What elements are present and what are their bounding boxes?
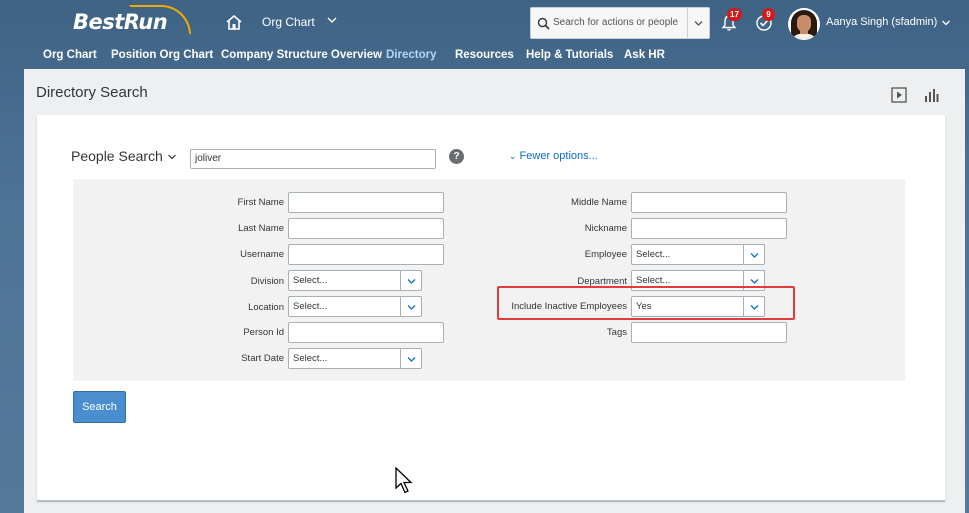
chevron-down-icon: ⌄ — [509, 151, 517, 161]
mouse-cursor-icon — [395, 467, 413, 494]
fewer-options-label: Fewer options... — [519, 150, 598, 162]
first-name-label: First Name — [237, 197, 284, 208]
todo-badge: 9 — [762, 8, 775, 21]
app-title[interactable]: Org Chart — [262, 15, 315, 29]
division-value: Select... — [293, 275, 328, 286]
fewer-options-link[interactable]: ⌄ Fewer options... — [509, 150, 598, 162]
first-name-field[interactable] — [288, 192, 444, 213]
person-id-label: Person Id — [243, 327, 284, 338]
location-dropdown-button[interactable] — [400, 296, 422, 317]
division-label: Division — [250, 276, 284, 287]
chevron-down-icon[interactable] — [167, 152, 177, 162]
people-search-input[interactable]: joliver — [190, 149, 436, 169]
page-container: Directory Search People Search joliver ?… — [24, 69, 965, 513]
people-search-selector[interactable]: People Search — [71, 148, 163, 164]
chevron-down-icon — [407, 305, 416, 310]
username-field[interactable] — [288, 244, 444, 265]
nickname-label: Nickname — [584, 223, 627, 234]
employee-dropdown-button[interactable] — [743, 244, 765, 265]
chevron-down-icon — [750, 253, 759, 258]
start-date-value: Select... — [293, 353, 328, 364]
employee-value: Select... — [636, 249, 671, 260]
start-date-select[interactable]: Select... — [288, 348, 422, 369]
tags-label: Tags — [606, 327, 627, 338]
global-search[interactable]: Search for actions or people — [530, 7, 710, 39]
nav-item-org-chart[interactable]: Org Chart — [43, 49, 97, 61]
chevron-down-icon — [407, 279, 416, 284]
notifications-badge: 17 — [727, 8, 742, 21]
bestrun-logo[interactable]: BestRun — [73, 5, 191, 35]
user-name[interactable]: Aanya Singh (sfadmin) — [826, 16, 937, 28]
employee-label: Employee — [584, 249, 627, 260]
person-id-field[interactable] — [288, 322, 444, 343]
middle-name-field[interactable] — [631, 192, 787, 213]
chevron-down-icon — [407, 357, 416, 362]
nav-item-ask-hr[interactable]: Ask HR — [624, 49, 665, 61]
nav-item-help-tutorials[interactable]: Help & Tutorials — [526, 49, 613, 61]
employee-select[interactable]: Select... — [631, 244, 765, 265]
nav-item-resources[interactable]: Resources — [455, 49, 514, 61]
start-date-label: Start Date — [241, 353, 284, 364]
search-button[interactable]: Search — [73, 391, 126, 423]
department-value: Select... — [636, 275, 671, 286]
help-icon[interactable]: ? — [449, 149, 464, 164]
search-scope-dropdown[interactable] — [687, 8, 709, 38]
location-label: Location — [248, 302, 284, 313]
nav-item-directory[interactable]: Directory — [386, 49, 437, 61]
logo-swoosh — [129, 5, 191, 35]
search-icon — [537, 17, 550, 30]
advanced-options-panel: First Name Last Name Username Division S… — [73, 179, 905, 381]
search-card: People Search joliver ? ⌄ Fewer options..… — [37, 115, 945, 501]
nickname-field[interactable] — [631, 218, 787, 239]
start-date-dropdown-button[interactable] — [400, 348, 422, 369]
top-navigation: Org Chart Position Org Chart Company Str… — [0, 44, 969, 66]
chevron-down-icon[interactable] — [941, 18, 951, 28]
search-input[interactable]: Search for actions or people — [553, 17, 678, 28]
chevron-down-icon[interactable] — [326, 14, 338, 26]
home-icon[interactable] — [225, 14, 243, 30]
middle-name-label: Middle Name — [571, 197, 627, 208]
avatar[interactable] — [788, 8, 820, 40]
chart-bars-icon[interactable] — [923, 87, 939, 103]
location-select[interactable]: Select... — [288, 296, 422, 317]
card-divider — [37, 500, 945, 502]
location-value: Select... — [293, 301, 328, 312]
chevron-down-icon — [694, 21, 703, 26]
highlight-annotation — [497, 286, 795, 320]
last-name-label: Last Name — [238, 223, 284, 234]
nav-item-company-structure-overview[interactable]: Company Structure Overview — [221, 49, 382, 61]
play-icon[interactable] — [891, 87, 907, 103]
division-select[interactable]: Select... — [288, 270, 422, 291]
page-title: Directory Search — [36, 84, 148, 101]
nav-item-position-org-chart[interactable]: Position Org Chart — [111, 49, 213, 61]
tags-field[interactable] — [631, 322, 787, 343]
division-dropdown-button[interactable] — [400, 270, 422, 291]
last-name-field[interactable] — [288, 218, 444, 239]
username-label: Username — [240, 249, 284, 260]
